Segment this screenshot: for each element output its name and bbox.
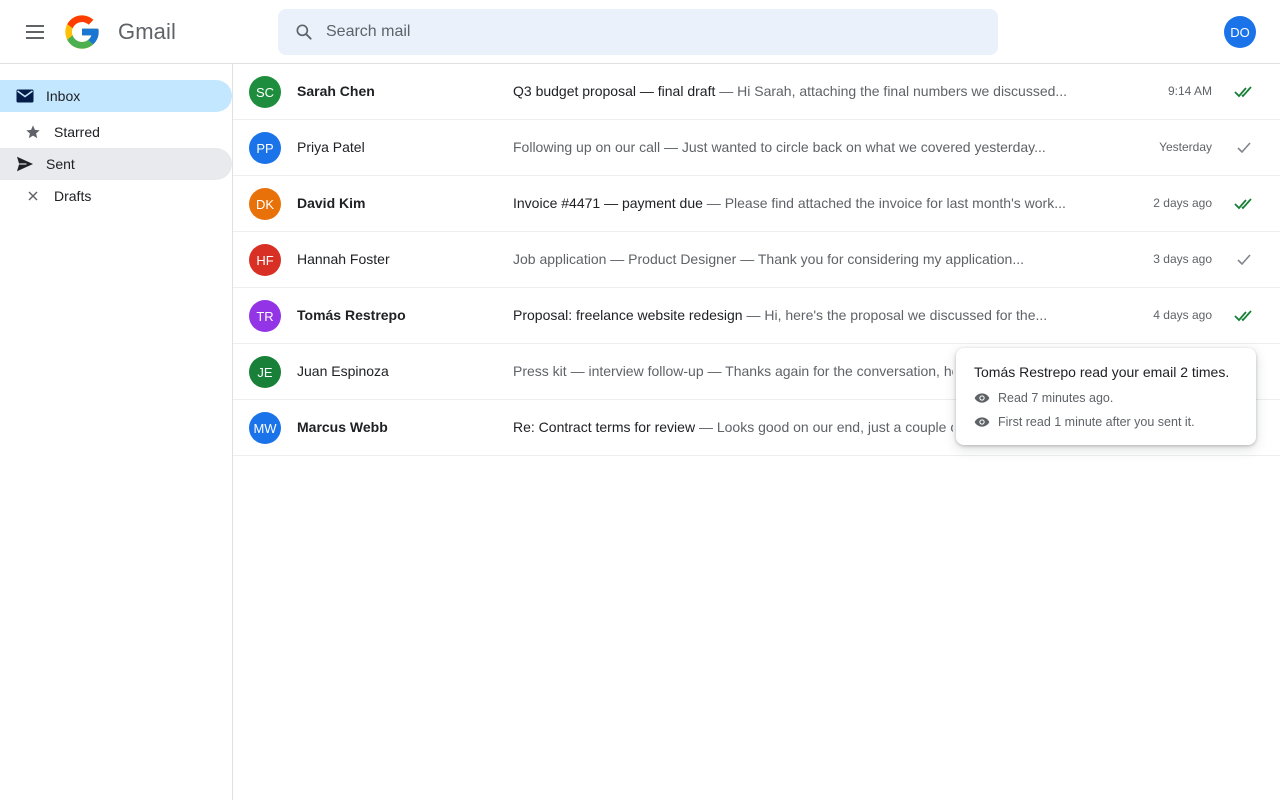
email-snippet: Thanks again for the conversation, he: [725, 363, 953, 379]
email-preview: Job application — Product Designer — Tha…: [513, 251, 1133, 267]
email-preview: Invoice #4471 — payment due — Please fin…: [513, 195, 1133, 211]
main-menu-button[interactable]: [23, 20, 47, 44]
avatar: TR: [249, 300, 281, 332]
sidebar: Inbox Starred Sent Drafts: [0, 64, 233, 800]
subject-separator: —: [736, 251, 758, 267]
read-receipt-tooltip: Tomás Restrepo read your email 2 times. …: [956, 348, 1256, 445]
avatar: HF: [249, 244, 281, 276]
tooltip-title: Tomás Restrepo read your email 2 times.: [974, 364, 1230, 380]
avatar: JE: [249, 356, 281, 388]
google-logo-icon[interactable]: [62, 12, 102, 52]
email-sender: Priya Patel: [297, 139, 365, 155]
email-row-sarah-chen[interactable]: SC Sarah Chen Q3 budget proposal — final…: [233, 64, 1280, 120]
email-time: 4 days ago: [1153, 308, 1212, 322]
email-time: 3 days ago: [1153, 252, 1212, 266]
subject-separator: —: [695, 419, 717, 435]
email-subject: Following up on our call: [513, 139, 661, 155]
subject-separator: —: [742, 307, 765, 323]
email-snippet: Hi Sarah, attaching the final numbers we…: [737, 83, 1068, 99]
double-check-icon[interactable]: [1233, 82, 1257, 102]
subject-separator: —: [702, 195, 725, 211]
email-snippet: Thank you for considering my application…: [757, 251, 1025, 267]
avatar: MW: [249, 412, 281, 444]
email-row-david-kim[interactable]: DK David Kim Invoice #4471 — payment due…: [233, 176, 1280, 232]
email-snippet: Just wanted to circle back on what we co…: [681, 139, 1046, 155]
app-title: Gmail: [118, 19, 176, 44]
email-preview: Press kit — interview follow-up — Thanks…: [513, 363, 953, 379]
email-snippet: Looks good on our end, just a couple o: [716, 419, 953, 435]
hamburger-menu-icon: [26, 25, 44, 39]
tooltip-line-read-time: Read 7 minutes ago.: [974, 390, 1113, 406]
avatar: DK: [249, 188, 281, 220]
tooltip-line-text: Read 7 minutes ago.: [998, 391, 1114, 405]
email-row-priya-patel[interactable]: PP Priya Patel Following up on our call …: [233, 120, 1280, 176]
check-icon[interactable]: [1233, 250, 1257, 270]
send-icon: [16, 155, 34, 173]
sidebar-item-label: Drafts: [54, 188, 92, 204]
subject-separator: —: [660, 139, 682, 155]
email-sender: Juan Espinoza: [297, 363, 389, 379]
check-icon[interactable]: [1233, 138, 1257, 158]
sidebar-item-label: Starred: [54, 124, 100, 140]
tooltip-line-first-read: First read 1 minute after you sent it.: [974, 414, 1195, 430]
email-row-tomas-restrepo[interactable]: TR Tomás Restrepo Proposal: freelance we…: [233, 288, 1280, 344]
sidebar-item-sent[interactable]: Sent: [0, 148, 232, 180]
avatar: PP: [249, 132, 281, 164]
avatar: SC: [249, 76, 281, 108]
sidebar-item-starred[interactable]: Starred: [0, 116, 232, 148]
email-sender: Tomás Restrepo: [297, 307, 406, 323]
eye-icon: [974, 414, 990, 430]
subject-separator: —: [715, 83, 738, 99]
email-snippet: Hi, here's the proposal we discussed for…: [764, 307, 1048, 323]
search-icon[interactable]: [294, 22, 314, 42]
email-time: 9:14 AM: [1167, 84, 1212, 98]
email-sender: Marcus Webb: [297, 419, 388, 435]
account-avatar[interactable]: DO: [1224, 16, 1256, 48]
email-preview: Re: Contract terms for review — Looks go…: [513, 419, 953, 435]
email-preview: Following up on our call — Just wanted t…: [513, 139, 1133, 155]
tooltip-line-text: First read 1 minute after you sent it.: [998, 415, 1195, 429]
sidebar-item-drafts[interactable]: Drafts: [0, 180, 232, 212]
double-check-icon[interactable]: [1233, 194, 1257, 214]
search-bar[interactable]: [278, 9, 998, 55]
email-preview: Q3 budget proposal — final draft — Hi Sa…: [513, 83, 1133, 99]
email-time: 2 days ago: [1153, 196, 1212, 210]
email-subject: Invoice #4471 — payment due: [513, 195, 703, 211]
email-sender: David Kim: [297, 195, 366, 211]
email-sender: Sarah Chen: [297, 83, 375, 99]
email-subject: Job application — Product Designer: [513, 251, 737, 267]
eye-icon: [974, 390, 990, 406]
sidebar-item-label: Inbox: [46, 88, 81, 104]
app-header: Gmail DO: [0, 0, 1280, 64]
email-sender: Hannah Foster: [297, 251, 390, 267]
sidebar-item-label: Sent: [46, 156, 75, 172]
email-time: Yesterday: [1159, 140, 1212, 154]
email-snippet: Please find attached the invoice for las…: [724, 195, 1066, 211]
email-subject: Press kit — interview follow-up: [513, 363, 704, 379]
inbox-icon: [16, 87, 34, 105]
email-subject: Re: Contract terms for review: [513, 419, 696, 435]
search-input[interactable]: [326, 9, 986, 55]
email-preview: Proposal: freelance website redesign — H…: [513, 307, 1133, 323]
email-subject: Proposal: freelance website redesign: [513, 307, 743, 323]
email-row-hannah-foster[interactable]: HF Hannah Foster Job application — Produ…: [233, 232, 1280, 288]
double-check-icon[interactable]: [1233, 306, 1257, 326]
email-subject: Q3 budget proposal — final draft: [513, 83, 716, 99]
subject-separator: —: [703, 363, 726, 379]
close-icon: [24, 187, 42, 205]
sidebar-item-inbox[interactable]: Inbox: [0, 80, 232, 112]
star-icon: [24, 123, 42, 141]
